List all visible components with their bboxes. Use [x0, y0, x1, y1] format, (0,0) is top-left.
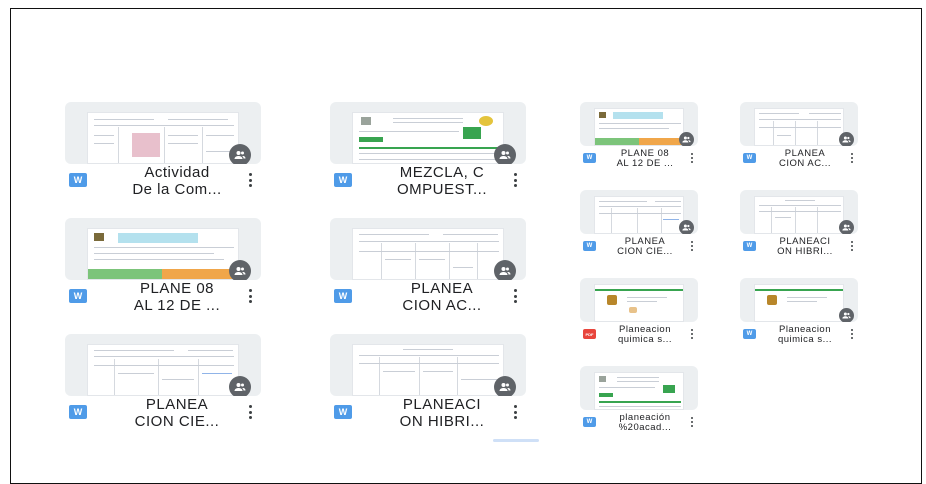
file-tile[interactable]: PDF Planeacion quimica s...: [580, 278, 698, 348]
more-options-icon[interactable]: [248, 173, 252, 187]
shared-icon: [229, 376, 251, 396]
word-file-icon: W: [69, 173, 87, 187]
shared-icon: [494, 260, 516, 280]
file-name: planeación %20acad...: [618, 412, 672, 434]
file-thumbnail[interactable]: [580, 102, 698, 146]
more-options-icon[interactable]: [850, 329, 853, 339]
file-thumbnail[interactable]: [65, 218, 261, 280]
file-tile[interactable]: W PLANEA CION AC...: [330, 218, 526, 314]
file-thumbnail[interactable]: [330, 334, 526, 396]
file-tile[interactable]: W PLANEA CION CIE...: [65, 334, 261, 430]
more-options-icon[interactable]: [690, 417, 693, 427]
word-file-icon: W: [743, 241, 756, 251]
document-preview: [594, 196, 684, 234]
more-options-icon[interactable]: [248, 405, 252, 419]
file-name: PLANEA CION AC...: [779, 148, 831, 170]
file-name: PLANE 08 AL 12 DE ...: [133, 280, 221, 314]
file-thumbnail[interactable]: [580, 190, 698, 234]
document-preview: [87, 344, 239, 396]
file-name: MEZCLA, C OMPUEST...: [396, 164, 487, 198]
more-options-icon[interactable]: [690, 329, 693, 339]
shared-icon: [229, 144, 251, 164]
shared-icon: [494, 144, 516, 164]
more-options-icon[interactable]: [513, 289, 517, 303]
file-thumbnail[interactable]: [740, 102, 858, 146]
word-file-icon: W: [69, 405, 87, 419]
file-tile[interactable]: W PLANE 08 AL 12 DE ...: [65, 218, 261, 314]
word-file-icon: W: [743, 329, 756, 339]
shared-icon: [679, 132, 694, 146]
file-tile[interactable]: W MEZCLA, C OMPUEST...: [330, 102, 526, 198]
file-thumbnail[interactable]: [740, 278, 858, 322]
drive-files-grid: W Actividad De la Com... W MEZCLA, COMPU…: [10, 8, 922, 484]
word-file-icon: W: [583, 417, 596, 427]
file-thumbnail[interactable]: [580, 278, 698, 322]
word-file-icon: W: [334, 289, 352, 303]
more-options-icon[interactable]: [248, 289, 252, 303]
file-tile[interactable]: W PLANEACI ON HIBRI...: [740, 190, 858, 260]
word-file-icon: W: [583, 153, 596, 163]
pdf-file-icon: PDF: [583, 329, 596, 339]
document-preview: [754, 108, 844, 146]
file-tile[interactable]: W PLANEA CION CIE...: [580, 190, 698, 260]
document-preview: [754, 284, 844, 322]
more-options-icon[interactable]: [850, 153, 853, 163]
more-options-icon[interactable]: [690, 153, 693, 163]
shared-icon: [494, 376, 516, 396]
file-name: PLANE 08 AL 12 DE ...: [616, 148, 674, 170]
file-thumbnail[interactable]: [65, 334, 261, 396]
file-name: PLANEA CION CIE...: [617, 236, 673, 258]
file-thumbnail[interactable]: [330, 102, 526, 164]
file-thumbnail[interactable]: [330, 218, 526, 280]
document-preview: [594, 372, 684, 410]
file-name: PLANEA CION CIE...: [134, 396, 220, 430]
more-options-icon[interactable]: [513, 405, 517, 419]
file-name: PLANEACI ON HIBRI...: [777, 236, 833, 258]
document-preview: [87, 228, 239, 280]
document-preview: [594, 284, 684, 322]
file-name: PLANEACI ON HIBRI...: [399, 396, 485, 430]
file-name: Planeacion quimica s...: [617, 324, 673, 346]
file-name: Planeacion quimica s...: [777, 324, 833, 346]
shared-icon: [839, 308, 854, 322]
shared-icon: [839, 132, 854, 146]
file-name: PLANEA CION AC...: [402, 280, 482, 314]
shared-icon: [229, 260, 251, 280]
document-preview: [754, 196, 844, 234]
file-thumbnail[interactable]: [580, 366, 698, 410]
document-preview: [352, 112, 504, 164]
more-options-icon[interactable]: [850, 241, 853, 251]
scroll-indicator: [493, 439, 539, 442]
more-options-icon[interactable]: [513, 173, 517, 187]
document-preview: [352, 344, 504, 396]
word-file-icon: W: [743, 153, 756, 163]
document-preview: [352, 228, 504, 280]
file-thumbnail[interactable]: [65, 102, 261, 164]
file-tile[interactable]: W PLANEACI ON HIBRI...: [330, 334, 526, 430]
word-file-icon: W: [583, 241, 596, 251]
more-options-icon[interactable]: [690, 241, 693, 251]
word-file-icon: W: [334, 173, 352, 187]
word-file-icon: W: [69, 289, 87, 303]
file-tile[interactable]: W PLANEA CION AC...: [740, 102, 858, 172]
file-thumbnail[interactable]: [740, 190, 858, 234]
document-preview: [594, 108, 684, 146]
file-tile[interactable]: W Planeacion quimica s...: [740, 278, 858, 348]
document-preview: [87, 112, 239, 164]
shared-icon: [679, 220, 694, 234]
file-tile[interactable]: W PLANE 08 AL 12 DE ...: [580, 102, 698, 172]
shared-icon: [839, 220, 854, 234]
file-tile[interactable]: W planeación %20acad...: [580, 366, 698, 436]
file-name: Actividad De la Com...: [132, 164, 222, 198]
file-tile[interactable]: W Actividad De la Com...: [65, 102, 261, 198]
word-file-icon: W: [334, 405, 352, 419]
